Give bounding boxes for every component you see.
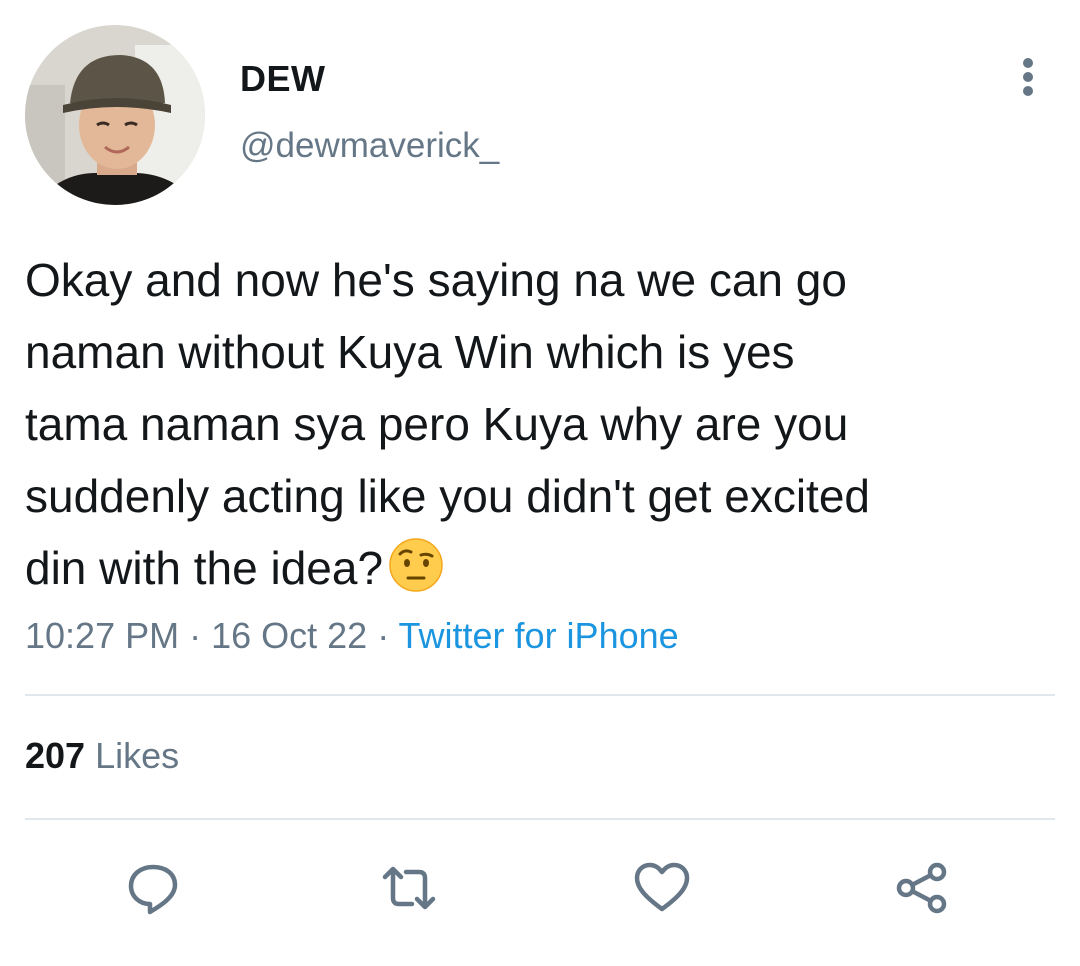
- divider: [25, 818, 1055, 820]
- heart-icon: [634, 862, 690, 912]
- like-button[interactable]: [632, 858, 692, 918]
- tweet-source-link[interactable]: Twitter for iPhone: [399, 615, 679, 656]
- share-button[interactable]: [892, 858, 952, 918]
- likes-count: 207: [25, 735, 86, 776]
- tweet-text: Okay and now he's saying na we can go na…: [25, 244, 1055, 604]
- reply-button[interactable]: [123, 858, 183, 918]
- tweet-text-content: Okay and now he's saying na we can go na…: [25, 254, 870, 594]
- tweet-meta: 10:27 PM · 16 Oct 22 · Twitter for iPhon…: [25, 615, 679, 657]
- author-display-name[interactable]: DEW: [240, 58, 326, 100]
- tweet-date[interactable]: 16 Oct 22: [211, 615, 367, 656]
- face-with-raised-eyebrow-icon: [389, 538, 443, 592]
- retweet-button[interactable]: [379, 858, 439, 918]
- avatar-image: [25, 25, 205, 205]
- meta-separator: ·: [179, 615, 212, 656]
- author-handle[interactable]: @dewmaverick_: [240, 126, 499, 166]
- likes-stat[interactable]: 207 Likes: [25, 735, 179, 777]
- tweet-time[interactable]: 10:27 PM: [25, 615, 179, 656]
- meta-separator: ·: [367, 615, 399, 656]
- more-vertical-icon: [1023, 58, 1033, 96]
- likes-label: Likes: [95, 735, 180, 776]
- reply-icon: [128, 864, 178, 915]
- divider: [25, 694, 1055, 696]
- share-icon: [896, 862, 947, 914]
- retweet-icon: [382, 866, 436, 910]
- avatar[interactable]: [25, 25, 205, 205]
- more-options-button[interactable]: [1008, 55, 1048, 99]
